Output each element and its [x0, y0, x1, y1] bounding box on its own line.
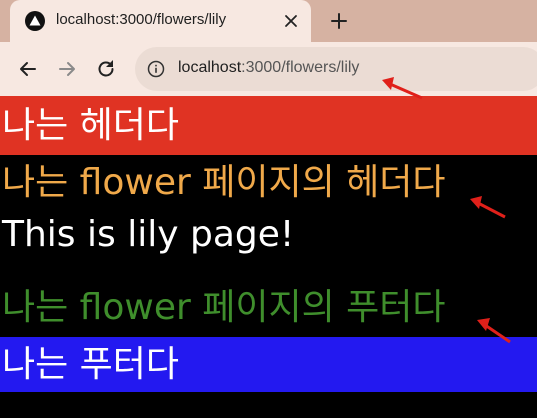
annotation-arrows — [382, 77, 511, 344]
annotation-arrow-header — [470, 196, 506, 219]
annotation-arrow-footer — [477, 318, 511, 344]
annotation-arrow-url — [382, 77, 423, 100]
